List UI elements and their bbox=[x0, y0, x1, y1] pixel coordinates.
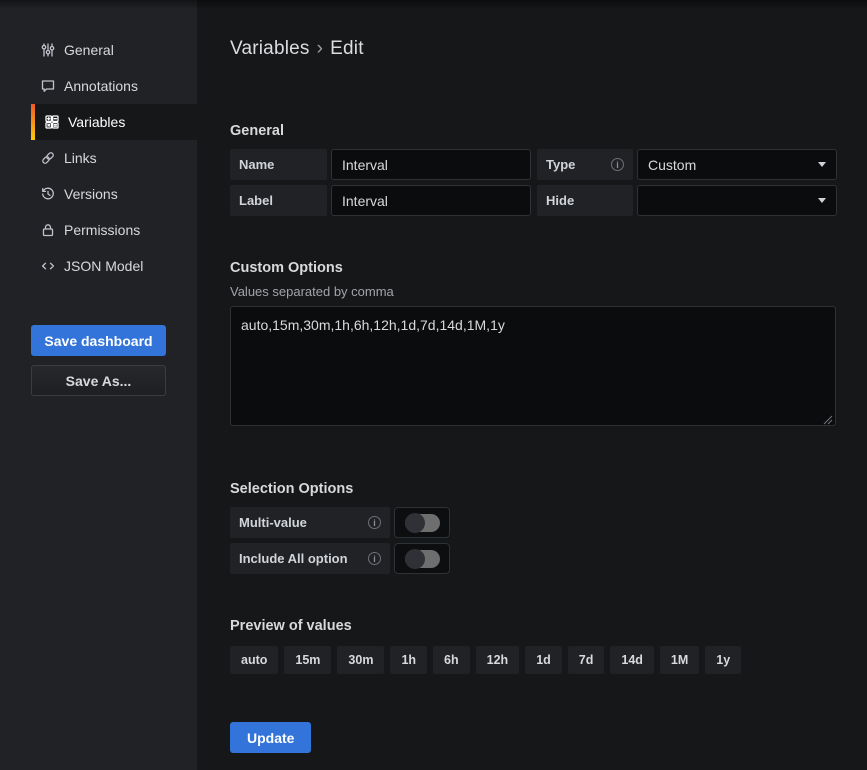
custom-options-title: Custom Options bbox=[230, 260, 837, 276]
sidebar-item-variables[interactable]: Variables bbox=[31, 104, 197, 140]
include-all-row: Include All option i bbox=[230, 543, 837, 574]
multi-value-row: Multi-value i bbox=[230, 507, 837, 538]
selection-options-title: Selection Options bbox=[230, 481, 837, 497]
custom-values-textarea[interactable]: auto,15m,30m,1h,6h,12h,1d,7d,14d,1M,1y bbox=[230, 306, 836, 426]
general-section-title: General bbox=[230, 123, 837, 139]
breadcrumb-page: Edit bbox=[330, 38, 364, 59]
custom-options-hint: Values separated by comma bbox=[230, 284, 837, 299]
name-label: Name bbox=[230, 149, 327, 180]
label-hide-row: Label Hide bbox=[230, 185, 837, 216]
preview-value-chip: 6h bbox=[433, 646, 470, 674]
variable-editor: Variables › Edit General Name Type i Custo… bbox=[197, 0, 867, 770]
preview-section: Preview of values auto 15m 30m 1h 6h 12h… bbox=[230, 618, 837, 674]
preview-value-chip: 14d bbox=[610, 646, 654, 674]
lock-icon bbox=[40, 222, 56, 238]
type-label-text: Type bbox=[546, 157, 575, 172]
label-label: Label bbox=[230, 185, 327, 216]
settings-sidebar: General Annotations bbox=[0, 0, 197, 770]
breadcrumb-section[interactable]: Variables bbox=[230, 38, 310, 59]
sidebar-item-label: Links bbox=[64, 150, 97, 166]
multi-value-info-icon[interactable]: i bbox=[368, 516, 381, 529]
preview-value-chip: 1y bbox=[705, 646, 741, 674]
hide-label: Hide bbox=[537, 185, 633, 216]
save-as-button[interactable]: Save As... bbox=[31, 365, 166, 396]
preview-values: auto 15m 30m 1h 6h 12h 1d 7d 14d 1M 1y bbox=[230, 646, 837, 674]
update-button[interactable]: Update bbox=[230, 722, 311, 753]
link-icon bbox=[40, 150, 56, 166]
preview-title: Preview of values bbox=[230, 618, 837, 634]
sidebar-item-versions[interactable]: Versions bbox=[31, 176, 197, 212]
hide-label-text: Hide bbox=[546, 193, 574, 208]
preview-value-chip: 30m bbox=[337, 646, 384, 674]
sidebar-item-label: Permissions bbox=[64, 222, 140, 238]
multi-value-label: Multi-value i bbox=[230, 507, 390, 538]
sidebar-item-annotations[interactable]: Annotations bbox=[31, 68, 197, 104]
code-icon bbox=[40, 258, 56, 274]
chevron-down-icon bbox=[818, 198, 826, 203]
history-icon bbox=[40, 186, 56, 202]
sidebar-item-general[interactable]: General bbox=[31, 32, 197, 68]
dashboard-settings-page: General Annotations bbox=[0, 0, 867, 770]
label-input[interactable] bbox=[331, 185, 531, 216]
sidebar-actions: Save dashboard Save As... bbox=[31, 325, 197, 396]
sidebar-item-json-model[interactable]: JSON Model bbox=[31, 248, 197, 284]
hide-select[interactable] bbox=[637, 185, 837, 216]
sidebar-item-label: Annotations bbox=[64, 78, 138, 94]
name-type-row: Name Type i Custom bbox=[230, 149, 837, 180]
preview-value-chip: 1d bbox=[525, 646, 562, 674]
toggle-track bbox=[405, 550, 440, 568]
sidebar-item-label: Variables bbox=[68, 114, 125, 130]
sidebar-item-label: General bbox=[64, 42, 114, 58]
type-select[interactable]: Custom bbox=[637, 149, 837, 180]
preview-value-chip: 12h bbox=[476, 646, 520, 674]
breadcrumb-separator: › bbox=[317, 38, 324, 59]
preview-value-chip: 7d bbox=[568, 646, 605, 674]
multi-value-label-text: Multi-value bbox=[239, 515, 307, 530]
type-select-value: Custom bbox=[648, 157, 696, 173]
multi-value-toggle[interactable] bbox=[394, 507, 450, 538]
sidebar-item-label: JSON Model bbox=[64, 258, 143, 274]
sidebar-item-label: Versions bbox=[64, 186, 118, 202]
breadcrumb: Variables › Edit bbox=[230, 38, 837, 60]
preview-value-chip: auto bbox=[230, 646, 278, 674]
custom-options-section: Custom Options Values separated by comma… bbox=[230, 260, 837, 431]
sidebar-item-links[interactable]: Links bbox=[31, 140, 197, 176]
type-info-icon[interactable]: i bbox=[611, 158, 624, 171]
include-all-toggle[interactable] bbox=[394, 543, 450, 574]
preview-value-chip: 1h bbox=[390, 646, 427, 674]
general-section: General Name Type i Custom Label bbox=[230, 123, 837, 216]
include-all-label-text: Include All option bbox=[239, 551, 348, 566]
settings-nav: General Annotations bbox=[0, 0, 197, 284]
selection-options-section: Selection Options Multi-value i Include … bbox=[230, 481, 837, 574]
sliders-icon bbox=[40, 42, 56, 58]
type-label: Type i bbox=[537, 149, 633, 180]
include-all-info-icon[interactable]: i bbox=[368, 552, 381, 565]
preview-value-chip: 1M bbox=[660, 646, 699, 674]
sidebar-item-permissions[interactable]: Permissions bbox=[31, 212, 197, 248]
name-input[interactable] bbox=[331, 149, 531, 180]
variables-grid-icon bbox=[44, 114, 60, 130]
include-all-label: Include All option i bbox=[230, 543, 390, 574]
toggle-knob bbox=[405, 513, 425, 533]
comment-icon bbox=[40, 78, 56, 94]
preview-value-chip: 15m bbox=[284, 646, 331, 674]
save-dashboard-button[interactable]: Save dashboard bbox=[31, 325, 166, 356]
chevron-down-icon bbox=[818, 162, 826, 167]
toggle-track bbox=[405, 514, 440, 532]
toggle-knob bbox=[405, 549, 425, 569]
